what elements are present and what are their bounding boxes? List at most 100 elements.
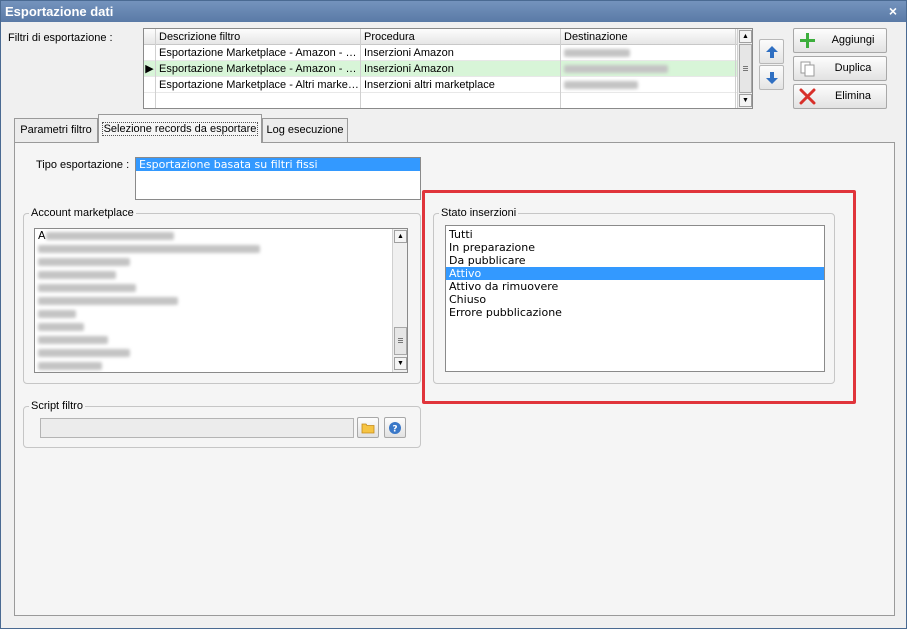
- list-item[interactable]: [35, 359, 407, 372]
- filters-grid[interactable]: Descrizione filtro Procedura Destinazion…: [143, 28, 753, 109]
- row-indicator: [144, 77, 156, 93]
- title-bar: Esportazione dati ×: [1, 1, 906, 22]
- list-item[interactable]: [35, 333, 407, 346]
- cell-descrizione[interactable]: Esportazione Marketplace - Altri market.…: [156, 77, 361, 93]
- cell-destinazione[interactable]: [561, 93, 736, 108]
- list-item[interactable]: A: [35, 229, 407, 242]
- list-item[interactable]: [35, 255, 407, 268]
- tipo-esportazione-list[interactable]: Esportazione basata su filtri fissi: [135, 157, 421, 200]
- list-item[interactable]: [35, 320, 407, 333]
- folder-icon: [361, 423, 375, 434]
- list-item[interactable]: [35, 307, 407, 320]
- move-down-button[interactable]: [759, 65, 784, 90]
- list-item[interactable]: In preparazione: [446, 241, 824, 254]
- list-item[interactable]: Esportazione basata su filtri fissi: [136, 158, 420, 171]
- cell-destinazione[interactable]: [561, 77, 736, 93]
- list-item[interactable]: [35, 242, 407, 255]
- cell-procedura[interactable]: Inserzioni altri marketplace: [361, 77, 561, 93]
- list-item[interactable]: Attivo: [446, 267, 824, 280]
- list-item[interactable]: Tutti: [446, 228, 824, 241]
- tipo-esportazione-label: Tipo esportazione :: [36, 159, 130, 171]
- tab-log-esecuzione[interactable]: Log esecuzione: [262, 118, 348, 142]
- list-item[interactable]: [35, 281, 407, 294]
- cell-destinazione[interactable]: [561, 61, 736, 77]
- duplicate-button[interactable]: Duplica: [793, 56, 887, 81]
- tab-label: Parametri filtro: [20, 124, 92, 136]
- arrow-down-icon: [766, 72, 778, 84]
- table-row[interactable]: [144, 93, 752, 108]
- cell-descrizione[interactable]: Esportazione Marketplace - Amazon - G...: [156, 45, 361, 61]
- cell-destinazione[interactable]: [561, 45, 736, 61]
- account-marketplace-group: Account marketplace A ▲ ▼: [23, 207, 421, 384]
- cell-procedura[interactable]: Inserzioni Amazon: [361, 61, 561, 77]
- cell-descrizione[interactable]: [156, 93, 361, 108]
- scroll-up-icon[interactable]: ▲: [739, 30, 752, 43]
- group-title: Stato inserzioni: [439, 207, 519, 219]
- delete-x-icon: [799, 88, 816, 105]
- tab-label: Log esecuzione: [266, 124, 344, 136]
- redacted-text: [38, 323, 84, 331]
- row-indicator: [144, 45, 156, 61]
- arrow-up-icon: [766, 46, 778, 58]
- list-item[interactable]: Chiuso: [446, 293, 824, 306]
- stato-inserzioni-group: Stato inserzioni Tutti In preparazione D…: [433, 207, 835, 384]
- scroll-thumb[interactable]: [394, 327, 407, 355]
- tab-parametri-filtro[interactable]: Parametri filtro: [14, 118, 98, 142]
- add-button[interactable]: Aggiungi: [793, 28, 887, 53]
- delete-button[interactable]: Elimina: [793, 84, 887, 109]
- redacted-text: [38, 349, 130, 357]
- cell-procedura[interactable]: Inserzioni Amazon: [361, 45, 561, 61]
- scroll-down-icon[interactable]: ▼: [739, 94, 752, 107]
- grid-header: Descrizione filtro Procedura Destinazion…: [144, 29, 752, 45]
- redacted-text: [38, 245, 260, 253]
- account-list-scrollbar[interactable]: ▲ ▼: [392, 229, 407, 372]
- table-row[interactable]: Esportazione Marketplace - Amazon - G...…: [144, 45, 752, 61]
- add-button-label: Aggiungi: [831, 34, 875, 46]
- list-item[interactable]: Attivo da rimuovere: [446, 280, 824, 293]
- row-pointer-icon: ▶: [144, 61, 156, 77]
- help-button[interactable]: ?: [384, 417, 406, 438]
- delete-button-label: Elimina: [834, 90, 872, 102]
- redacted-text: [45, 232, 174, 240]
- column-header-descrizione[interactable]: Descrizione filtro: [156, 29, 361, 45]
- stato-inserzioni-list[interactable]: Tutti In preparazione Da pubblicare Atti…: [445, 225, 825, 372]
- list-item[interactable]: [35, 346, 407, 359]
- tab-selezione-records[interactable]: Selezione records da esportare: [98, 114, 262, 143]
- move-up-button[interactable]: [759, 39, 784, 64]
- list-item-text: A: [38, 229, 46, 242]
- browse-script-button[interactable]: [357, 417, 379, 438]
- list-item[interactable]: [35, 294, 407, 307]
- cell-descrizione[interactable]: Esportazione Marketplace - Amazon - G...: [156, 61, 361, 77]
- redacted-text: [564, 49, 630, 58]
- close-icon[interactable]: ×: [886, 1, 900, 22]
- column-header-procedura[interactable]: Procedura: [361, 29, 561, 45]
- grid-header-indicator: [144, 29, 156, 45]
- svg-text:?: ?: [392, 425, 397, 435]
- redacted-text: [38, 297, 178, 305]
- redacted-text: [38, 362, 102, 370]
- group-title: Script filtro: [29, 400, 85, 412]
- scroll-thumb[interactable]: [739, 44, 752, 93]
- column-header-destinazione[interactable]: Destinazione: [561, 29, 736, 45]
- tab-label: Selezione records da esportare: [101, 122, 259, 136]
- plus-icon: [800, 33, 815, 48]
- redacted-text: [564, 65, 668, 74]
- scroll-down-icon[interactable]: ▼: [394, 357, 407, 370]
- redacted-text: [38, 336, 108, 344]
- list-item[interactable]: Da pubblicare: [446, 254, 824, 267]
- grid-scrollbar[interactable]: ▲ ▼: [737, 29, 752, 108]
- list-item[interactable]: [35, 268, 407, 281]
- table-row[interactable]: Esportazione Marketplace - Altri market.…: [144, 77, 752, 93]
- account-marketplace-list[interactable]: A ▲ ▼: [34, 228, 408, 373]
- list-item[interactable]: [35, 372, 387, 373]
- redacted-text: [38, 258, 130, 266]
- table-row[interactable]: ▶ Esportazione Marketplace - Amazon - G.…: [144, 61, 752, 77]
- scroll-up-icon[interactable]: ▲: [394, 230, 407, 243]
- cell-procedura[interactable]: [361, 93, 561, 108]
- script-filtro-input[interactable]: [40, 418, 354, 438]
- duplicate-button-label: Duplica: [834, 62, 872, 74]
- group-title: Account marketplace: [29, 207, 136, 219]
- copy-icon: [800, 61, 815, 77]
- row-indicator: [144, 93, 156, 108]
- list-item[interactable]: Errore pubblicazione: [446, 306, 824, 319]
